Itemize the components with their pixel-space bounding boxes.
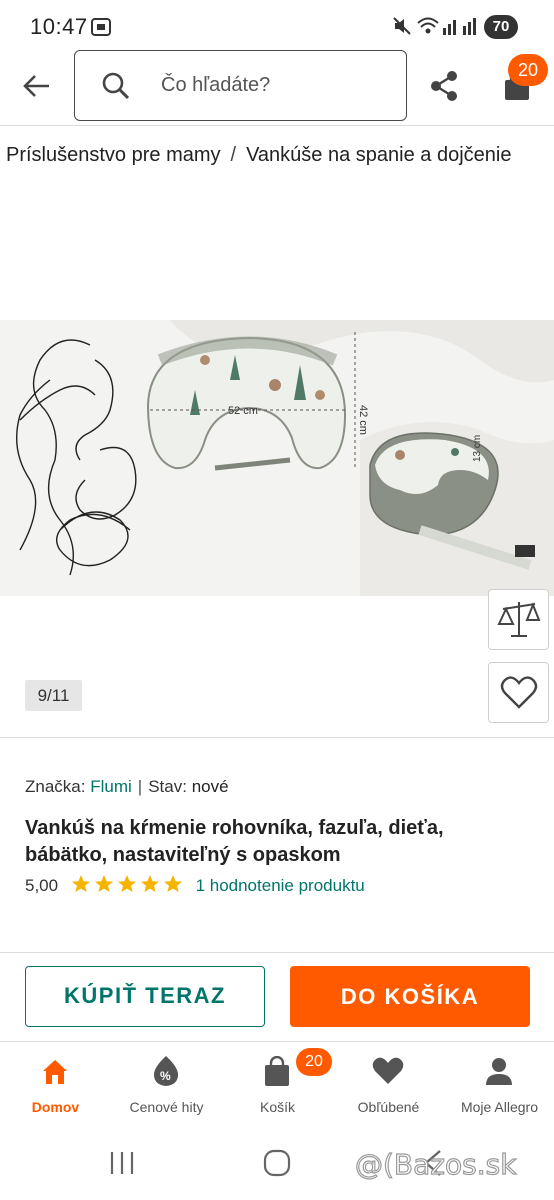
wifi-icon	[417, 17, 439, 34]
add-to-cart-button[interactable]: DO KOŠÍKA	[290, 966, 530, 1027]
cart-count-badge: 20	[296, 1048, 332, 1076]
svg-text:%: %	[160, 1069, 171, 1083]
state-value: nové	[191, 777, 229, 796]
nav-label: Domov	[31, 1099, 80, 1115]
star-icon	[94, 875, 113, 892]
signal-icon	[443, 20, 456, 35]
bottom-navigation: Domov % Cenové hity Košík Obľúbené Moje …	[0, 1041, 554, 1128]
nav-label: Obľúbené	[357, 1099, 420, 1115]
nursing-pillow-photo: 52 cm 42 cm 13 cm	[0, 320, 554, 596]
clock: 10:47	[30, 14, 88, 39]
buy-now-button[interactable]: KÚPIŤ TERAZ	[25, 966, 265, 1027]
nav-label: Košík	[259, 1099, 295, 1115]
state-label: Stav:	[148, 777, 187, 796]
signal-icon-2	[463, 18, 476, 35]
nav-label: Cenové hity	[129, 1099, 204, 1115]
breadcrumb-item-nursing-pillows[interactable]: Vankúše na spanie a dojčenie	[246, 144, 511, 166]
divider	[0, 952, 554, 953]
user-icon	[486, 1058, 512, 1085]
cart-icon	[265, 1056, 289, 1086]
star-icon	[163, 875, 182, 892]
screenshot-icon	[91, 18, 111, 36]
share-icon[interactable]	[428, 70, 460, 102]
rating-line: 5,00 1 hodnotenie produktu	[25, 874, 365, 898]
watermark: @(Bazos.sk	[354, 1147, 517, 1181]
product-image[interactable]: 52 cm 42 cm 13 cm	[0, 320, 554, 596]
home-button-icon[interactable]	[262, 1148, 292, 1178]
breadcrumb: Príslušenstvo pre mamy / Vankúše na spanie…	[6, 144, 554, 167]
search-icon	[102, 72, 130, 100]
reviews-link[interactable]: 1 hodnotenie produktu	[196, 876, 365, 895]
back-arrow-icon[interactable]	[22, 72, 52, 100]
cart-count-badge: 20	[508, 54, 548, 86]
nav-favorites[interactable]: Obľúbené	[333, 1042, 444, 1129]
height-dimension-label: 42 cm	[357, 405, 369, 435]
top-bar: Čo hľadáte? 20	[0, 50, 554, 126]
search-input[interactable]: Čo hľadáte?	[74, 50, 407, 121]
product-title: Vankúš na kŕmenie rohovníka, fazuľa, die…	[25, 817, 444, 866]
nav-my-allegro[interactable]: Moje Allegro	[444, 1042, 554, 1129]
favorite-button[interactable]	[488, 662, 549, 723]
star-icons	[71, 875, 182, 892]
home-icon	[43, 1060, 67, 1084]
rating-value: 5,00	[25, 876, 59, 895]
mute-icon	[393, 17, 411, 35]
nav-label: Moje Allegro	[460, 1099, 539, 1115]
rating-stars	[71, 874, 183, 899]
price-tag-icon: %	[153, 1056, 179, 1086]
compare-button[interactable]	[488, 589, 549, 650]
recent-apps-icon[interactable]	[108, 1150, 136, 1176]
star-icon	[140, 875, 159, 892]
divider	[0, 737, 554, 738]
heart-outline-icon	[500, 676, 538, 709]
star-icon	[117, 875, 136, 892]
search-placeholder: Čo hľadáte?	[161, 74, 271, 96]
scale-compare-icon	[497, 602, 541, 637]
nav-price-hits[interactable]: % Cenové hity	[111, 1042, 222, 1129]
heart-icon	[372, 1057, 404, 1084]
battery-indicator: 70	[484, 15, 518, 39]
nav-home[interactable]: Domov	[0, 1042, 111, 1129]
image-counter: 9/11	[25, 680, 82, 711]
depth-dimension-label: 13 cm	[472, 435, 483, 462]
width-dimension-label: 52 cm	[228, 405, 258, 417]
status-bar: 10:47 70	[0, 0, 554, 50]
breadcrumb-item-mothers-accessories[interactable]: Príslušenstvo pre mamy	[6, 144, 221, 166]
star-icon	[71, 875, 90, 892]
breadcrumb-separator: /	[230, 144, 237, 166]
brand-state-line: Značka: Flumi | Stav: nové	[25, 777, 229, 796]
brand-label: Značka:	[25, 777, 86, 796]
brand-link[interactable]: Flumi	[90, 777, 132, 796]
